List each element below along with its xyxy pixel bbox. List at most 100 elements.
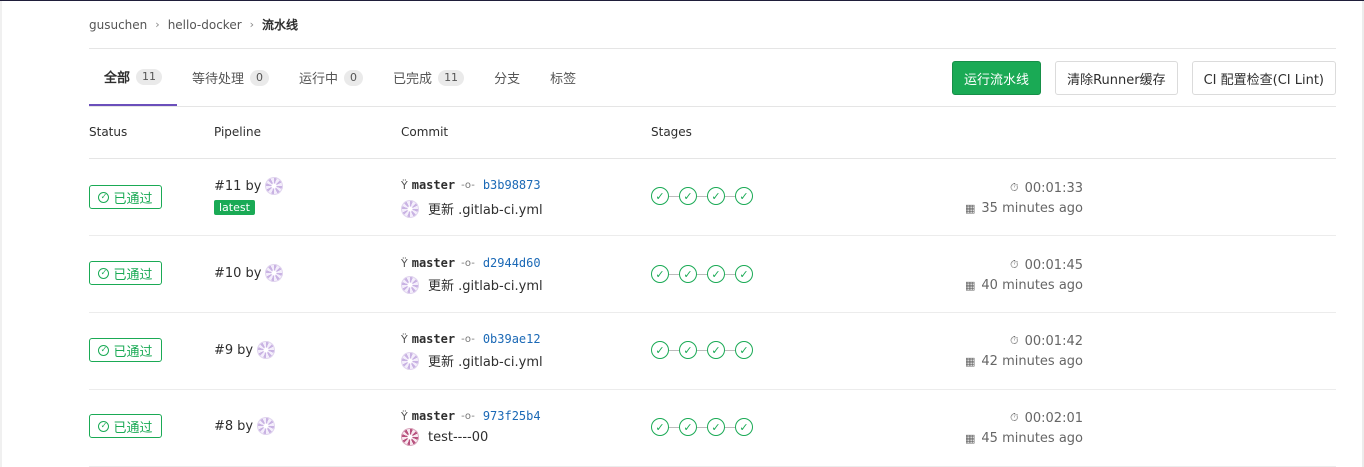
pipeline-link[interactable]: #8 xyxy=(214,419,233,434)
tab-label: 已完成 xyxy=(393,72,433,87)
timer-icon: ⏱ xyxy=(1010,258,1019,271)
tab-running[interactable]: 运行中 0 xyxy=(284,49,378,106)
status-badge[interactable]: ✓ 已通过 xyxy=(89,261,162,285)
commit-title-link[interactable]: 更新 .gitlab-ci.yml xyxy=(428,351,543,370)
time-cell: ⏱ 00:01:42 ▦ 42 minutes ago xyxy=(959,331,1083,371)
pipeline-link[interactable]: #10 xyxy=(214,266,241,281)
stage-success-icon[interactable]: ✓ xyxy=(735,265,753,283)
pipeline-id-cell: #10 by xyxy=(214,264,284,282)
avatar[interactable] xyxy=(401,351,419,370)
status-badge[interactable]: ✓ 已通过 xyxy=(89,414,162,438)
table-row: ✓ 已通过 #11 by latest Ÿ master -o- b3b9887… xyxy=(89,159,1336,236)
stage-success-icon[interactable]: ✓ xyxy=(679,187,697,205)
header-status: Status xyxy=(89,125,128,139)
stage-success-icon[interactable]: ✓ xyxy=(735,418,753,436)
left-border xyxy=(0,1,2,467)
calendar-icon: ▦ xyxy=(964,431,976,445)
tab-count-badge: 0 xyxy=(344,69,364,86)
header-commit: Commit xyxy=(401,125,449,139)
stage-success-icon[interactable]: ✓ xyxy=(735,341,753,359)
pipeline-id-cell: #11 by xyxy=(214,177,284,195)
avatar[interactable] xyxy=(257,341,276,359)
pipeline-link[interactable]: #11 xyxy=(214,179,241,194)
avatar[interactable] xyxy=(265,264,284,282)
stage-success-icon[interactable]: ✓ xyxy=(707,187,725,205)
stage-success-icon[interactable]: ✓ xyxy=(707,265,725,283)
by-label: by xyxy=(237,418,254,434)
breadcrumb-current[interactable]: 流水线 xyxy=(262,16,298,33)
stage-success-icon[interactable]: ✓ xyxy=(707,341,725,359)
stage-connector xyxy=(697,273,707,275)
commit-title-link[interactable]: 更新 .gitlab-ci.yml xyxy=(428,275,543,294)
avatar[interactable] xyxy=(401,275,419,294)
tab-pending[interactable]: 等待处理 0 xyxy=(177,49,284,106)
commit-sha-link[interactable]: b3b98873 xyxy=(483,178,541,192)
commit-sha-link[interactable]: d2944d60 xyxy=(483,256,541,270)
stages-graph: ✓ ✓ ✓ ✓ xyxy=(651,265,753,283)
stage-success-icon[interactable]: ✓ xyxy=(651,418,669,436)
time-cell: ⏱ 00:01:33 ▦ 35 minutes ago xyxy=(959,178,1083,218)
stage-success-icon[interactable]: ✓ xyxy=(651,265,669,283)
status-label: 已通过 xyxy=(113,191,153,207)
avatar[interactable] xyxy=(401,428,419,446)
commit-message: 更新 .gitlab-ci.yml xyxy=(401,199,543,218)
commit-ref: Ÿ master -o- 0b39ae12 xyxy=(401,332,541,346)
tab-label: 标签 xyxy=(550,72,577,87)
branch-link[interactable]: master xyxy=(412,332,455,346)
commit-icon: -o- xyxy=(461,410,475,422)
tab-finished[interactable]: 已完成 11 xyxy=(378,49,479,106)
breadcrumb: gusuchen › hello-docker › 流水线 xyxy=(89,1,1336,49)
check-circle-icon: ✓ xyxy=(98,191,110,203)
calendar-icon: ▦ xyxy=(964,354,976,368)
stage-success-icon[interactable]: ✓ xyxy=(679,418,697,436)
status-label: 已通过 xyxy=(113,267,153,283)
avatar[interactable] xyxy=(257,417,276,435)
pipeline-id-cell: #8 by xyxy=(214,417,276,435)
tab-all[interactable]: 全部 11 xyxy=(89,49,178,106)
commit-title-link[interactable]: 更新 .gitlab-ci.yml xyxy=(428,199,543,218)
commit-icon: -o- xyxy=(461,179,475,191)
branch-link[interactable]: master xyxy=(412,256,455,270)
pipeline-link[interactable]: #9 xyxy=(214,343,233,358)
tab-tags[interactable]: 标签 xyxy=(535,49,591,106)
stage-success-icon[interactable]: ✓ xyxy=(651,187,669,205)
stage-success-icon[interactable]: ✓ xyxy=(679,265,697,283)
branch-link[interactable]: master xyxy=(412,409,455,423)
finished-time: 40 minutes ago xyxy=(981,277,1083,293)
status-badge[interactable]: ✓ 已通过 xyxy=(89,338,162,362)
tab-count-badge: 11 xyxy=(136,68,163,85)
duration: 00:02:01 xyxy=(1024,410,1083,426)
tab-count-badge: 11 xyxy=(438,69,465,86)
breadcrumb-user[interactable]: gusuchen xyxy=(89,18,147,32)
by-label: by xyxy=(245,178,262,194)
pipelines-page: gusuchen › hello-docker › 流水线 全部 11 等待处理… xyxy=(0,0,1364,467)
stage-success-icon[interactable]: ✓ xyxy=(735,187,753,205)
branch-icon: Ÿ xyxy=(401,332,408,346)
duration: 00:01:33 xyxy=(1024,180,1083,196)
stage-connector xyxy=(669,349,679,351)
status-badge[interactable]: ✓ 已通过 xyxy=(89,185,162,209)
stage-connector xyxy=(697,426,707,428)
avatar[interactable] xyxy=(265,177,284,195)
stage-success-icon[interactable]: ✓ xyxy=(651,341,669,359)
branch-link[interactable]: master xyxy=(412,178,455,192)
breadcrumb-project[interactable]: hello-docker xyxy=(168,18,242,32)
clear-runner-cache-button[interactable]: 清除Runner缓存 xyxy=(1055,61,1178,95)
stage-success-icon[interactable]: ✓ xyxy=(679,341,697,359)
commit-message: test----00 xyxy=(401,428,488,446)
avatar[interactable] xyxy=(401,199,419,218)
chevron-right-icon: › xyxy=(155,18,160,31)
tab-branches[interactable]: 分支 xyxy=(479,49,535,106)
tab-count-badge: 0 xyxy=(250,69,270,86)
run-pipeline-button[interactable]: 运行流水线 xyxy=(952,61,1042,95)
calendar-icon: ▦ xyxy=(964,201,976,215)
commit-sha-link[interactable]: 0b39ae12 xyxy=(483,332,541,346)
commit-title-link[interactable]: test----00 xyxy=(428,430,488,445)
branch-icon: Ÿ xyxy=(401,178,408,192)
stage-connector xyxy=(669,195,679,197)
ci-lint-button[interactable]: CI 配置检查(CI Lint) xyxy=(1191,61,1336,95)
stage-success-icon[interactable]: ✓ xyxy=(707,418,725,436)
commit-icon: -o- xyxy=(461,257,475,269)
commit-ref: Ÿ master -o- d2944d60 xyxy=(401,256,541,270)
commit-sha-link[interactable]: 973f25b4 xyxy=(483,409,541,423)
